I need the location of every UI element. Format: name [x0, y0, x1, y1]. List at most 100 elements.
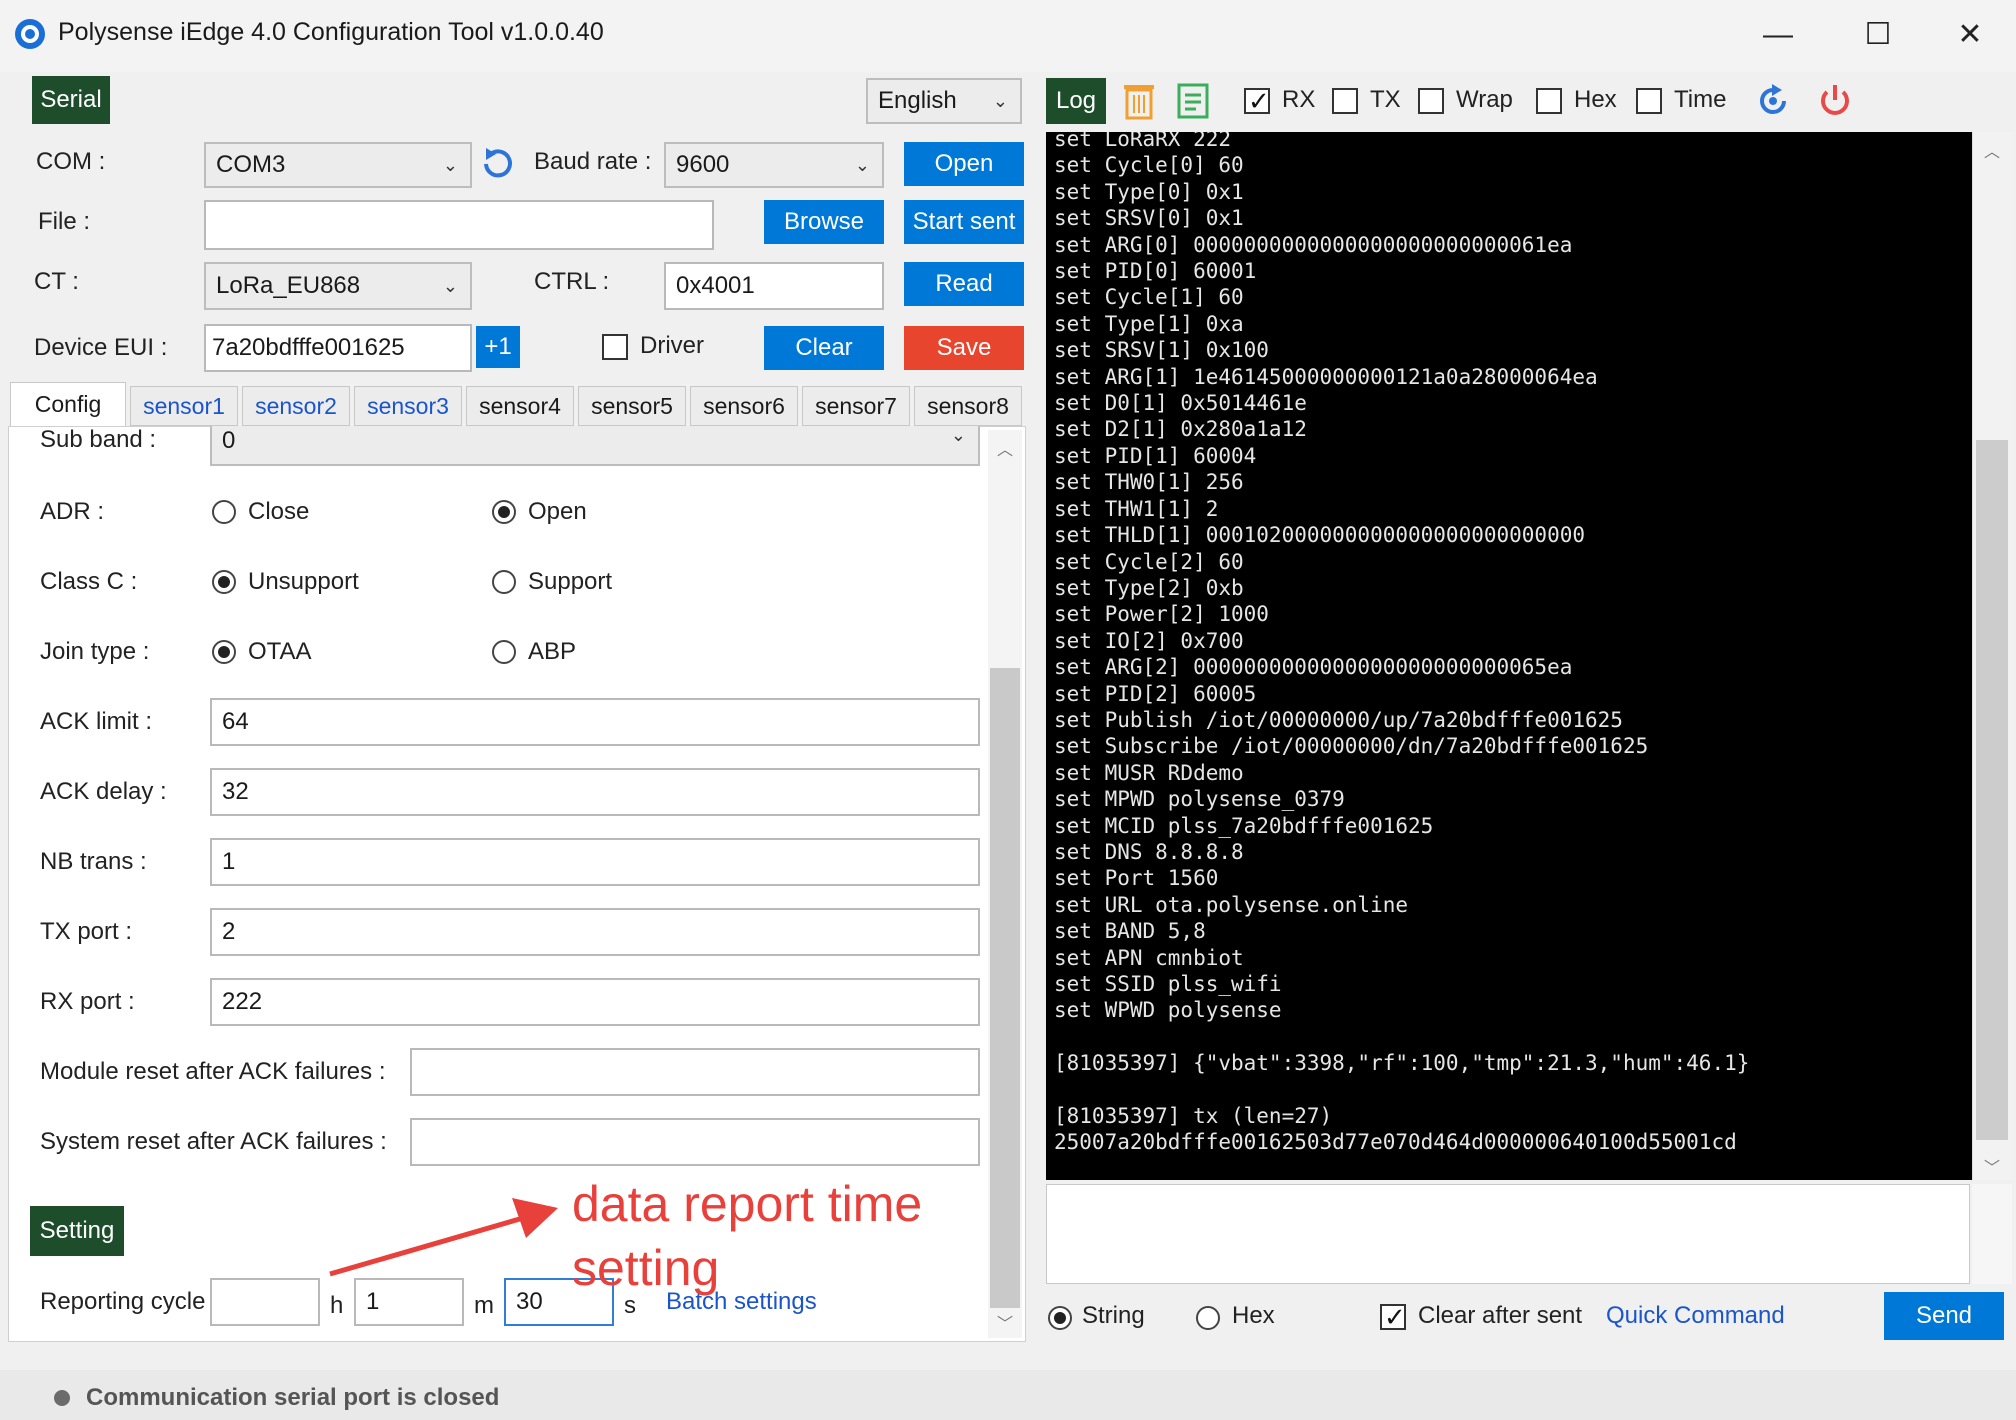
ctrl-input[interactable]: 0x4001	[664, 262, 884, 310]
tab-sensor1[interactable]: sensor1	[130, 386, 238, 426]
log-line: set Port 1560	[1054, 866, 1219, 891]
rx-checkbox[interactable]	[1244, 86, 1270, 117]
log-line: set ARG[2] 0000000000000000000000000065e…	[1054, 655, 1573, 680]
scroll-down-icon[interactable]: ﹀	[990, 1310, 1020, 1334]
window-title: Polysense iEdge 4.0 Configuration Tool v…	[58, 18, 604, 46]
classc-support-radio[interactable]	[492, 570, 516, 594]
baud-rate-select[interactable]: 9600 ⌄	[664, 142, 884, 188]
scroll-up-icon[interactable]: ︿	[1976, 138, 2008, 162]
log-line: set THW0[1] 256	[1054, 470, 1244, 495]
close-icon[interactable]: ✕	[1940, 12, 2000, 58]
tab-sensor7[interactable]: sensor7	[802, 386, 910, 426]
maximize-icon[interactable]: ☐	[1848, 12, 1908, 58]
log-line: set MPWD polysense_0379	[1054, 787, 1345, 812]
rx-port-label: RX port :	[40, 988, 135, 1015]
hex-label: Hex	[1574, 86, 1617, 113]
serial-section-label: Serial	[32, 76, 110, 124]
join-abp-radio[interactable]	[492, 640, 516, 664]
language-value: English	[878, 87, 957, 114]
chevron-down-icon: ⌄	[854, 155, 870, 175]
read-button[interactable]: Read	[904, 262, 1024, 306]
tx-port-input[interactable]: 2	[210, 908, 980, 956]
browse-button[interactable]: Browse	[764, 200, 884, 244]
send-button[interactable]: Send	[1884, 1292, 2004, 1340]
log-scrollbar-thumb[interactable]	[1976, 440, 2008, 1140]
adr-close-radio[interactable]	[212, 500, 236, 524]
tab-sensor6[interactable]: sensor6	[690, 386, 798, 426]
join-abp-label: ABP	[528, 638, 577, 665]
log-line: set THW1[1] 2	[1054, 496, 1219, 521]
rx-port-input[interactable]: 222	[210, 978, 980, 1026]
com-value: COM3	[216, 151, 286, 178]
classc-unsupport-radio[interactable]	[212, 570, 236, 594]
tab-sensor4[interactable]: sensor4	[466, 386, 574, 426]
trash-icon[interactable]	[1122, 80, 1156, 120]
system-reset-input[interactable]	[410, 1118, 980, 1166]
baud-rate-value: 9600	[676, 151, 730, 178]
config-scrollbar-thumb[interactable]	[990, 668, 1020, 1308]
status-indicator-icon	[54, 1390, 70, 1406]
increment-eui-button[interactable]: +1	[476, 326, 520, 368]
com-select[interactable]: COM3 ⌄	[204, 142, 472, 188]
join-otaa-label: OTAA	[248, 638, 312, 665]
log-line: set THLD[1] 0001020000000000000000000000…	[1054, 523, 1586, 548]
hex-checkbox[interactable]	[1536, 88, 1562, 114]
log-section-label: Log	[1046, 78, 1106, 124]
log-line: set Subscribe /iot/00000000/dn/7a20bdfff…	[1054, 734, 1649, 759]
driver-label: Driver	[640, 332, 704, 359]
string-mode-radio[interactable]	[1048, 1306, 1072, 1330]
ack-delay-input[interactable]: 32	[210, 768, 980, 816]
send-input-scrollbar[interactable]	[1972, 1184, 2012, 1284]
clear-after-sent-checkbox[interactable]	[1380, 1302, 1406, 1333]
title-bar: Polysense iEdge 4.0 Configuration Tool v…	[0, 0, 2016, 72]
scroll-up-icon[interactable]: ︿	[990, 436, 1020, 460]
power-icon[interactable]	[1816, 82, 1854, 120]
scroll-down-icon[interactable]: ﹀	[1976, 1154, 2008, 1178]
log-line: set MCID plss_7a20bdfffe001625	[1054, 813, 1434, 838]
log-line: set PID[1] 60004	[1054, 443, 1257, 468]
save-log-icon[interactable]	[1176, 82, 1210, 120]
log-line: [81035397] {"vbat":3398,"rf":100,"tmp":2…	[1054, 1051, 1750, 1076]
classc-support-label: Support	[528, 568, 613, 595]
subband-label: Sub band :	[40, 426, 157, 453]
send-input[interactable]	[1046, 1184, 1970, 1284]
time-checkbox[interactable]	[1636, 88, 1662, 114]
start-sent-button[interactable]: Start sent	[904, 200, 1024, 244]
wrap-checkbox[interactable]	[1418, 88, 1444, 114]
save-button[interactable]: Save	[904, 326, 1024, 370]
subband-value: 0	[222, 427, 236, 454]
reconnect-icon[interactable]	[1754, 82, 1792, 120]
reporting-hours-input[interactable]	[210, 1278, 320, 1326]
join-otaa-radio[interactable]	[212, 640, 236, 664]
open-button[interactable]: Open	[904, 142, 1024, 186]
log-line: set D0[1] 0x5014461e	[1054, 391, 1307, 416]
minimize-icon[interactable]: —	[1748, 12, 1808, 58]
refresh-icon[interactable]	[478, 144, 518, 184]
ct-select[interactable]: LoRa_EU868 ⌄	[204, 262, 472, 310]
tab-config[interactable]: Config	[10, 382, 126, 428]
ack-limit-input[interactable]: 64	[210, 698, 980, 746]
nb-trans-input[interactable]: 1	[210, 838, 980, 886]
subband-select[interactable]: 0 ⌄	[210, 426, 980, 466]
log-line: set ARG[1] 1e46145000000000121a0a2800006…	[1054, 364, 1598, 389]
language-select[interactable]: English ⌄	[866, 78, 1022, 124]
module-reset-input[interactable]	[410, 1048, 980, 1096]
device-eui-input[interactable]: 7a20bdfffe001625	[204, 324, 472, 372]
clear-button[interactable]: Clear	[764, 326, 884, 370]
adr-open-radio[interactable]	[492, 500, 516, 524]
tab-sensor5[interactable]: sensor5	[578, 386, 686, 426]
hex-mode-radio[interactable]	[1196, 1306, 1220, 1330]
log-line: set PID[0] 60001	[1054, 259, 1257, 284]
tab-sensor3[interactable]: sensor3	[354, 386, 462, 426]
quick-command-link[interactable]: Quick Command	[1606, 1302, 1785, 1330]
log-line: set Cycle[2] 60	[1054, 549, 1244, 574]
tab-sensor8[interactable]: sensor8	[914, 386, 1022, 426]
tab-sensor2[interactable]: sensor2	[242, 386, 350, 426]
log-line: set Publish /iot/00000000/up/7a20bdfffe0…	[1054, 707, 1623, 732]
file-path-input[interactable]	[204, 200, 714, 250]
log-line: set Power[2] 1000	[1054, 602, 1269, 627]
adr-label: ADR :	[40, 498, 105, 525]
driver-checkbox[interactable]	[602, 334, 628, 360]
tx-checkbox[interactable]	[1332, 88, 1358, 114]
